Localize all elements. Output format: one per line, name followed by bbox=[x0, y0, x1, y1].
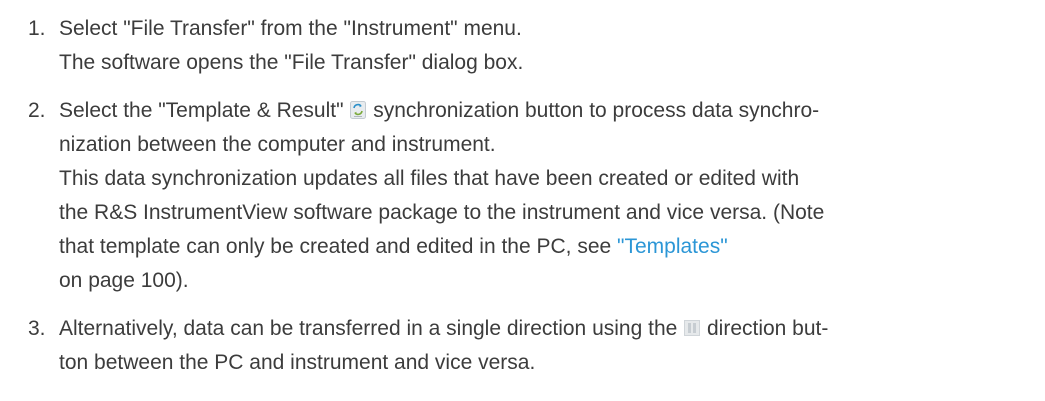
step-1: 1. Select "File Transfer" from the "Inst… bbox=[28, 12, 1038, 80]
sync-icon bbox=[350, 101, 367, 119]
step-number: 1. bbox=[28, 17, 46, 40]
step-text: Select the "Template & Result" bbox=[59, 99, 350, 122]
step-text-line: This data synchronization updates all fi… bbox=[59, 167, 800, 190]
step-text-line: on page 100). bbox=[59, 269, 189, 292]
step-text-line: Alternatively, data can be transferred i… bbox=[59, 312, 1038, 346]
step-text-line: that template can only be created and ed… bbox=[59, 230, 1038, 264]
step-text: that template can only be created and ed… bbox=[59, 235, 618, 258]
step-text: Alternatively, data can be transferred i… bbox=[59, 317, 684, 340]
step-2: 2. Select the "Template & Result" synchr… bbox=[28, 94, 1038, 298]
step-text: direction but- bbox=[701, 317, 829, 340]
steps-list: 1. Select "File Transfer" from the "Inst… bbox=[28, 12, 1038, 394]
templates-link[interactable]: "Templates" bbox=[617, 235, 728, 258]
step-3: 3. Alternatively, data can be transferre… bbox=[28, 312, 1038, 380]
direction-icon bbox=[684, 319, 701, 337]
step-number: 2. bbox=[28, 99, 46, 122]
step-text-line: Select the "Template & Result" synchroni… bbox=[59, 94, 1038, 128]
step-text-line: the R&S InstrumentView software package … bbox=[59, 201, 825, 224]
step-number: 3. bbox=[28, 317, 46, 340]
step-text-line: nization between the computer and instru… bbox=[59, 133, 496, 156]
step-text: synchronization button to process data s… bbox=[367, 99, 820, 122]
step-text-line: The software opens the "File Transfer" d… bbox=[59, 51, 524, 74]
step-text-line: Select "File Transfer" from the "Instrum… bbox=[59, 17, 522, 40]
step-text-line: ton between the PC and instrument and vi… bbox=[59, 351, 536, 374]
